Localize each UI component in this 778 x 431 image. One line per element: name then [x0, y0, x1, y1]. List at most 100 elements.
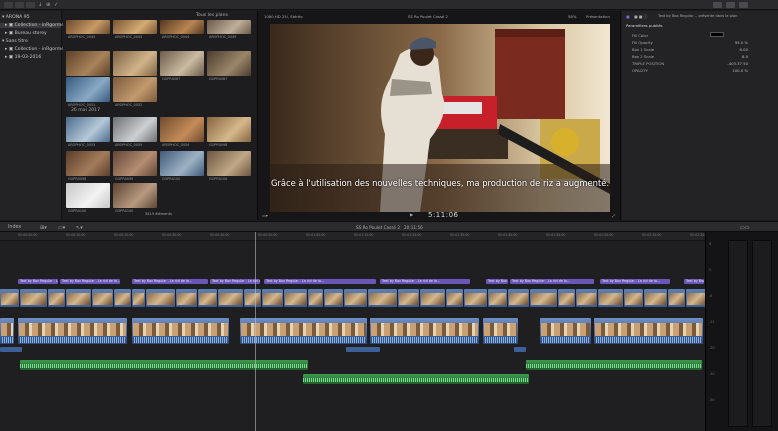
- browser-clip-thumbnail[interactable]: [66, 51, 110, 76]
- photos-icon[interactable]: [15, 2, 24, 8]
- browser-clip-thumbnail[interactable]: [113, 51, 157, 76]
- title-clip[interactable]: Text by Box Regular - La rizi de la...: [60, 279, 120, 284]
- connected-video-clip[interactable]: [324, 289, 343, 307]
- disclosure-icon[interactable]: ▸ ▣: [5, 55, 15, 60]
- library-item[interactable]: ▾ ARONA 95: [2, 15, 30, 20]
- primary-video-clip[interactable]: [240, 318, 367, 344]
- connected-video-clip[interactable]: [558, 289, 575, 307]
- browser-clip-thumbnail[interactable]: [113, 20, 157, 34]
- title-clip[interactable]: Text by Box Regular - La rizi de la...: [486, 279, 508, 284]
- primary-video-clip[interactable]: [483, 318, 518, 344]
- primary-video-clip[interactable]: [0, 318, 14, 344]
- music-clip[interactable]: [303, 374, 529, 384]
- import-icon[interactable]: ↓: [38, 2, 42, 8]
- browser-clip-thumbnail[interactable]: [160, 117, 204, 142]
- view-menu[interactable]: Présentation: [586, 14, 610, 19]
- browser-toggle-icon[interactable]: [713, 2, 722, 8]
- titles-icon[interactable]: [26, 2, 35, 8]
- connected-video-clip[interactable]: [132, 289, 145, 307]
- browser-clip-thumbnail[interactable]: [66, 151, 110, 176]
- fullscreen-icon[interactable]: ⤢: [612, 213, 615, 218]
- index-button[interactable]: Index: [8, 225, 21, 230]
- connected-video-clip[interactable]: [624, 289, 643, 307]
- connected-video-clip[interactable]: [686, 289, 707, 307]
- play-icon[interactable]: ▶: [410, 212, 413, 217]
- inspector-param-value[interactable]: 8.0: [742, 54, 748, 59]
- music-clip[interactable]: [20, 360, 308, 370]
- connected-video-clip[interactable]: [488, 289, 507, 307]
- browser-clip-thumbnail[interactable]: [113, 77, 157, 102]
- timeline-ruler[interactable]: 00:00:00:00 00:00:10:00 00:00:20:00 00:00:3…: [0, 232, 709, 241]
- connected-video-clip[interactable]: [644, 289, 667, 307]
- inspector-param-value[interactable]: 100.0 %: [732, 68, 748, 73]
- timecode-display[interactable]: 5:11:06: [428, 211, 459, 219]
- connected-video-clip[interactable]: [368, 289, 397, 307]
- browser-clip-thumbnail[interactable]: [113, 117, 157, 142]
- browser-clip-thumbnail[interactable]: [207, 117, 251, 142]
- connected-video-clip[interactable]: [668, 289, 685, 307]
- keyword-icon[interactable]: ⊕: [46, 2, 50, 8]
- select-tool-icon[interactable]: ↖▾: [76, 225, 83, 231]
- inspector-param-value[interactable]: -403.37 50: [727, 61, 748, 66]
- library-item[interactable]: ▸ ▣ Bureau storey: [2, 31, 47, 36]
- connected-video-clip[interactable]: [146, 289, 175, 307]
- connected-audio-clip[interactable]: [0, 347, 22, 352]
- connected-video-clip[interactable]: [530, 289, 557, 307]
- browser-clip-thumbnail[interactable]: [160, 51, 204, 76]
- browser-clip-thumbnail[interactable]: [113, 183, 157, 208]
- check-icon[interactable]: ✓: [54, 2, 58, 8]
- connected-video-clip[interactable]: [114, 289, 131, 307]
- title-clip[interactable]: Text by Box Regular - La rizi de la...: [210, 279, 260, 284]
- primary-video-clip[interactable]: [540, 318, 591, 344]
- connected-video-clip[interactable]: [446, 289, 463, 307]
- browser-clip-thumbnail[interactable]: [66, 183, 110, 208]
- disclosure-icon[interactable]: ▸ ▣: [5, 23, 15, 28]
- connected-video-clip[interactable]: [308, 289, 323, 307]
- title-clip[interactable]: Text by Box Regular - La rizi de la...: [684, 279, 704, 284]
- connected-video-clip[interactable]: [0, 289, 19, 307]
- connected-video-clip[interactable]: [598, 289, 623, 307]
- connected-video-clip[interactable]: [92, 289, 113, 307]
- connected-video-clip[interactable]: [508, 289, 529, 307]
- browser-clip-thumbnail[interactable]: [66, 117, 110, 142]
- timeline[interactable]: 00:00:00:00 00:00:10:00 00:00:20:00 00:00:3…: [0, 232, 709, 431]
- viewer-options-icon[interactable]: ▭▾: [262, 213, 268, 218]
- filter-menu[interactable]: Tous les plans: [196, 13, 228, 18]
- library-item[interactable]: ▸ ▣ 19-03-2016: [2, 55, 41, 60]
- zoom-menu[interactable]: 58%: [568, 14, 576, 19]
- title-clip[interactable]: Text by Box Regular - La rizi de la...: [510, 279, 594, 284]
- connected-video-clip[interactable]: [218, 289, 243, 307]
- clip-appearance-icon[interactable]: ▭▭: [740, 225, 749, 231]
- connected-video-clip[interactable]: [176, 289, 197, 307]
- connected-audio-clip[interactable]: [346, 347, 380, 352]
- inspector-param-value[interactable]: 95.0 %: [735, 40, 748, 45]
- library-item[interactable]: ▸ ▣ Collection - inRgorme: [0, 23, 64, 28]
- inspector-param-value[interactable]: 6.00: [740, 47, 748, 52]
- browser-clip-thumbnail[interactable]: [113, 151, 157, 176]
- primary-video-clip[interactable]: [18, 318, 127, 344]
- connected-video-clip[interactable]: [398, 289, 419, 307]
- library-item[interactable]: ▾ Sans titre: [2, 39, 28, 44]
- library-item[interactable]: ▸ ▣ Collection - inRgorme: [2, 47, 64, 52]
- connected-video-clip[interactable]: [244, 289, 261, 307]
- snapping-icon[interactable]: ⊞▾: [40, 225, 47, 231]
- browser-clip-thumbnail[interactable]: [160, 20, 204, 34]
- title-clip[interactable]: Text by Box Regular - La rizi de la...: [132, 279, 208, 284]
- title-clip[interactable]: Text by Box Regular - La rizi de la...: [600, 279, 670, 284]
- music-clip[interactable]: [526, 360, 702, 370]
- connected-video-clip[interactable]: [20, 289, 47, 307]
- info-inspector-icon[interactable]: ■ ■ ⓘ: [634, 14, 647, 20]
- connected-video-clip[interactable]: [344, 289, 367, 307]
- browser-clip-thumbnail[interactable]: [207, 151, 251, 176]
- browser-clip-thumbnail[interactable]: [207, 51, 251, 76]
- connected-video-clip[interactable]: [262, 289, 283, 307]
- browser-clip-thumbnail[interactable]: [207, 20, 251, 34]
- primary-video-clip[interactable]: [370, 318, 479, 344]
- connected-video-clip[interactable]: [48, 289, 65, 307]
- library-icon[interactable]: [4, 2, 13, 8]
- fill-color-swatch[interactable]: [710, 32, 724, 37]
- browser-clip-thumbnail[interactable]: [66, 20, 110, 34]
- disclosure-icon[interactable]: ▸ ▣: [5, 31, 15, 36]
- primary-video-clip[interactable]: [594, 318, 703, 344]
- inspector-toggle-icon[interactable]: [739, 2, 748, 8]
